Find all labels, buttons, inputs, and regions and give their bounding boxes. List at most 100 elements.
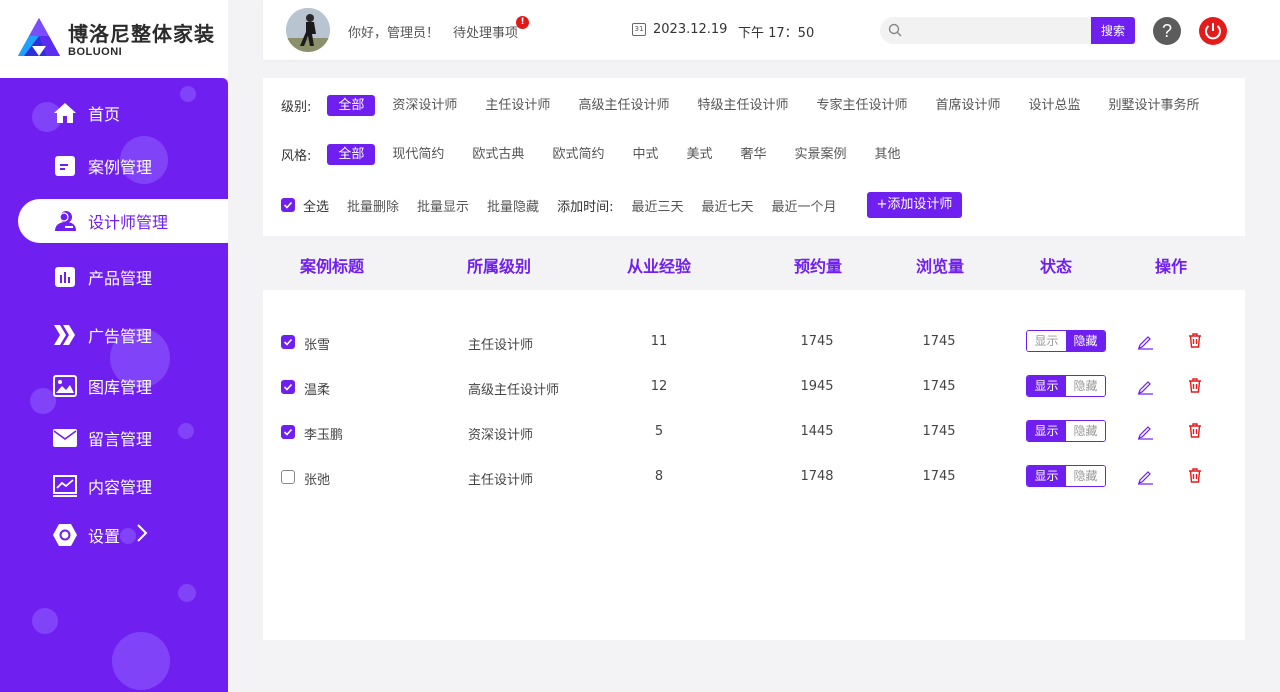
- pending-link[interactable]: 待处理事项: [453, 22, 518, 41]
- user-icon: [52, 208, 78, 234]
- row-checkbox[interactable]: [281, 380, 295, 394]
- level-chip[interactable]: 资深设计师: [381, 95, 468, 116]
- search-input[interactable]: [908, 20, 1088, 41]
- trend-icon: [52, 473, 78, 499]
- level-chip[interactable]: 高级主任设计师: [567, 95, 680, 116]
- nav-label: 广告管理: [88, 327, 153, 346]
- nav-item-products[interactable]: 产品管理: [0, 255, 228, 299]
- style-chip[interactable]: 欧式简约: [541, 144, 615, 165]
- show-toggle[interactable]: 显示: [1027, 421, 1066, 441]
- top-header: 你好，管理员！ 待处理事项 ! 31 2023.12.19 下午 17：50 搜…: [263, 0, 1280, 60]
- column-header: 所属级别: [467, 257, 532, 276]
- delete-icon[interactable]: [1187, 422, 1203, 439]
- time-filter-1m[interactable]: 最近一个月: [771, 196, 836, 215]
- visibility-toggle: 显示 隐藏: [1026, 375, 1106, 397]
- table-row: 张雪 主任设计师 11 1745 1745 显示 隐藏: [263, 327, 1245, 357]
- nav-label: 产品管理: [88, 269, 153, 288]
- style-chip[interactable]: 现代简约: [381, 144, 455, 165]
- style-chip[interactable]: 实景案例: [784, 144, 858, 165]
- hide-toggle[interactable]: 隐藏: [1066, 421, 1105, 441]
- edit-icon[interactable]: [1137, 333, 1154, 350]
- designer-level: 资深设计师: [468, 428, 534, 443]
- designer-experience: 11: [650, 334, 668, 349]
- add-time-label: 添加时间:: [557, 199, 614, 215]
- level-chip[interactable]: 设计总监: [1018, 95, 1092, 116]
- level-chip[interactable]: 全部: [327, 95, 376, 116]
- batch-hide-button[interactable]: 批量隐藏: [487, 196, 539, 215]
- nav-item-gallery[interactable]: 图库管理: [0, 364, 228, 408]
- nav-item-messages[interactable]: 留言管理: [0, 416, 228, 460]
- designer-experience: 5: [654, 424, 664, 439]
- batch-delete-button[interactable]: 批量删除: [347, 196, 399, 215]
- style-chip[interactable]: 奢华: [729, 144, 777, 165]
- designer-level: 主任设计师: [468, 338, 534, 353]
- row-checkbox[interactable]: [281, 470, 295, 484]
- hide-toggle[interactable]: 隐藏: [1066, 331, 1105, 351]
- search-button[interactable]: 搜索: [1091, 17, 1135, 44]
- row-checkbox[interactable]: [281, 425, 295, 439]
- batch-show-button[interactable]: 批量显示: [417, 196, 469, 215]
- power-button[interactable]: [1199, 17, 1227, 45]
- nav-item-cases[interactable]: 案例管理: [0, 144, 228, 188]
- delete-icon[interactable]: [1187, 377, 1203, 394]
- nav-label: 设置: [88, 527, 121, 546]
- visibility-toggle: 显示 隐藏: [1026, 420, 1106, 442]
- designer-bookings: 1445: [800, 424, 834, 439]
- table-row: 张弛 主任设计师 8 1748 1745 显示 隐藏: [263, 462, 1245, 492]
- style-chip[interactable]: 中式: [621, 144, 669, 165]
- show-toggle[interactable]: 显示: [1027, 376, 1066, 396]
- designer-experience: 12: [650, 379, 668, 394]
- avatar[interactable]: [286, 8, 330, 52]
- nav-item-ads[interactable]: 广告管理: [0, 313, 228, 357]
- nav-item-content[interactable]: 内容管理: [0, 464, 228, 508]
- level-chip[interactable]: 主任设计师: [474, 95, 561, 116]
- column-header: 操作: [1155, 257, 1188, 276]
- calendar-icon: 31: [632, 23, 646, 36]
- add-designer-button[interactable]: +添加设计师: [866, 192, 963, 218]
- filter-panel: 级别: 全部 资深设计师 主任设计师 高级主任设计师 特级主任设计师 专家主任设…: [263, 78, 1245, 236]
- select-all-label[interactable]: 全选: [303, 196, 329, 215]
- mail-icon: [52, 425, 78, 451]
- style-chip[interactable]: 美式: [675, 144, 723, 165]
- level-chip[interactable]: 特级主任设计师: [686, 95, 799, 116]
- designer-views: 1745: [922, 379, 956, 394]
- style-chip[interactable]: 全部: [327, 144, 376, 165]
- designer-experience: 8: [654, 469, 664, 484]
- pending-badge: !: [516, 16, 529, 29]
- designer-views: 1745: [922, 424, 956, 439]
- time-filter-3d[interactable]: 最近三天: [631, 196, 683, 215]
- greeting-text: 你好，管理员！: [348, 26, 440, 41]
- style-chip[interactable]: 欧式古典: [461, 144, 535, 165]
- nav-item-designers[interactable]: 设计师管理: [18, 199, 228, 243]
- edit-icon[interactable]: [1137, 378, 1154, 395]
- level-chip[interactable]: 首席设计师: [924, 95, 1011, 116]
- select-all-checkbox[interactable]: [281, 198, 295, 212]
- help-button[interactable]: ?: [1153, 17, 1181, 45]
- style-chip[interactable]: 其他: [864, 144, 912, 165]
- logo-mark-icon: [18, 18, 60, 56]
- power-icon: [1205, 23, 1221, 40]
- time-filter-7d[interactable]: 最近七天: [701, 196, 753, 215]
- home-icon: [52, 100, 78, 126]
- edit-icon[interactable]: [1137, 468, 1154, 485]
- hide-toggle[interactable]: 隐藏: [1066, 466, 1105, 486]
- designer-bookings: 1745: [800, 334, 834, 349]
- visibility-toggle: 显示 隐藏: [1026, 330, 1106, 352]
- nav-item-settings[interactable]: 设置: [0, 513, 228, 557]
- nav-item-home[interactable]: 首页: [0, 91, 228, 135]
- show-toggle[interactable]: 显示: [1027, 331, 1066, 351]
- level-chip[interactable]: 专家主任设计师: [805, 95, 918, 116]
- nav-label: 留言管理: [88, 430, 153, 449]
- designer-bookings: 1748: [800, 469, 834, 484]
- edit-icon[interactable]: [1137, 423, 1154, 440]
- delete-icon[interactable]: [1187, 467, 1203, 484]
- level-chip[interactable]: 别墅设计事务所: [1098, 95, 1211, 116]
- hide-toggle[interactable]: 隐藏: [1066, 376, 1105, 396]
- chevrons-icon: [52, 322, 78, 348]
- chevron-right-icon[interactable]: [136, 523, 148, 548]
- delete-icon[interactable]: [1187, 332, 1203, 349]
- show-toggle[interactable]: 显示: [1027, 466, 1066, 486]
- row-checkbox[interactable]: [281, 335, 295, 349]
- designer-name: 李玉鹏: [304, 428, 344, 443]
- brand-name: 博洛尼整体家装: [68, 22, 215, 46]
